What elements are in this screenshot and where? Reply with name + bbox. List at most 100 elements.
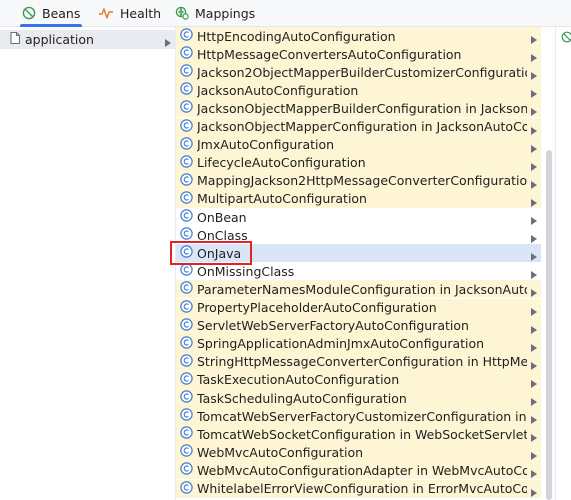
- expand-arrow-icon: [531, 285, 537, 298]
- class-icon: [180, 444, 193, 460]
- file-icon: [9, 31, 21, 48]
- bean-list-item[interactable]: TomcatWebSocketConfiguration in WebSocke…: [176, 425, 541, 444]
- tool-window-tab-bar: Beans Health Mappings: [0, 0, 571, 27]
- expand-arrow-icon: [531, 104, 537, 117]
- bean-name: JacksonObjectMapperConfiguration in Jack…: [197, 119, 527, 135]
- bean-name: OnClass: [197, 227, 248, 243]
- bean-name: OnBean: [197, 209, 247, 225]
- expand-arrow-icon: [531, 68, 537, 81]
- bean-list-item[interactable]: SpringApplicationAdminJmxAutoConfigurati…: [176, 334, 541, 353]
- bean-name: OnMissingClass: [197, 263, 295, 279]
- bean-name: Jackson2ObjectMapperBuilderCustomizerCon…: [197, 64, 527, 80]
- bean-name: OnJava: [197, 245, 242, 261]
- bean-name: SpringApplicationAdminJmxAutoConfigurati…: [197, 336, 485, 352]
- expand-arrow-icon: [531, 159, 537, 172]
- context-item-application[interactable]: application: [0, 30, 175, 49]
- class-icon: [180, 136, 193, 153]
- class-icon: [180, 281, 193, 297]
- bean-list-item[interactable]: OnJava: [176, 244, 541, 263]
- expand-arrow-icon: [531, 394, 537, 407]
- bean-list-item[interactable]: LifecycleAutoConfiguration: [176, 153, 541, 172]
- bean-name: TomcatWebSocketConfiguration in WebSocke…: [197, 426, 527, 442]
- expand-arrow-icon: [531, 448, 537, 461]
- expand-arrow-icon: [531, 412, 537, 425]
- bean-list-item[interactable]: OnBean: [176, 208, 541, 226]
- bean-list-item[interactable]: JmxAutoConfiguration: [176, 135, 541, 154]
- expand-arrow-icon: [165, 35, 171, 50]
- bean-name: TomcatWebServerFactoryCustomizerConfigur…: [197, 408, 527, 424]
- bean-list-item[interactable]: MultipartAutoConfiguration: [176, 189, 541, 208]
- bean-name: ServletWebServerFactoryAutoConfiguration: [197, 318, 469, 334]
- class-icon: [180, 245, 193, 261]
- class-icon: [180, 173, 193, 189]
- bean-list-item[interactable]: JacksonObjectMapperBuilderConfiguration …: [176, 99, 541, 118]
- bean-list-item[interactable]: HttpEncodingAutoConfiguration: [176, 27, 541, 46]
- expand-arrow-icon: [531, 267, 537, 280]
- class-icon: [180, 299, 193, 316]
- class-icon: [180, 100, 193, 116]
- bean-name: TaskSchedulingAutoConfiguration: [197, 390, 407, 406]
- tab-label: Beans: [42, 5, 81, 21]
- bean-name: WhitelabelErrorViewConfiguration in Erro…: [197, 481, 527, 497]
- bean-list-item[interactable]: Jackson2ObjectMapperBuilderCustomizerCon…: [176, 63, 541, 82]
- class-icon: [180, 390, 193, 406]
- bean-name: ParameterNamesModuleConfiguration in Jac…: [197, 281, 527, 297]
- bean-name: LifecycleAutoConfiguration: [197, 155, 366, 171]
- bean-icon: [561, 31, 571, 46]
- bean-name: MultipartAutoConfiguration: [197, 191, 367, 207]
- bean-list-item[interactable]: PropertyPlaceholderAutoConfiguration: [176, 298, 541, 317]
- tab-health[interactable]: Health: [98, 0, 161, 26]
- bean-name: JmxAutoConfiguration: [197, 137, 335, 153]
- bean-list-item[interactable]: OnMissingClass: [176, 262, 541, 280]
- class-icon: [180, 336, 193, 352]
- bean-list-item[interactable]: StringHttpMessageConverterConfiguration …: [176, 352, 541, 371]
- class-icon: [180, 354, 193, 370]
- tab-beans[interactable]: Beans: [19, 0, 83, 27]
- expand-arrow-icon: [531, 304, 537, 317]
- class-icon: [180, 263, 193, 279]
- bean-list-item[interactable]: WebMvcAutoConfiguration: [176, 443, 541, 462]
- expand-arrow-icon: [531, 32, 537, 45]
- class-icon: [180, 372, 193, 388]
- details-panel: [555, 27, 571, 500]
- tab-label: Health: [120, 5, 162, 21]
- bean-name: HttpEncodingAutoConfiguration: [197, 28, 396, 44]
- bean-list-item[interactable]: TomcatWebServerFactoryCustomizerConfigur…: [176, 407, 541, 426]
- class-icon: [180, 462, 193, 478]
- bean-list-item[interactable]: ServletWebServerFactoryAutoConfiguration: [176, 316, 541, 335]
- bean-list-item[interactable]: MappingJackson2HttpMessageConverterConfi…: [176, 171, 541, 190]
- expand-arrow-icon: [531, 123, 537, 136]
- class-icon: [180, 408, 193, 424]
- bean-list-item[interactable]: ParameterNamesModuleConfiguration in Jac…: [176, 280, 541, 299]
- bean-list-item[interactable]: TaskExecutionAutoConfiguration: [176, 370, 541, 389]
- context-item-label: application: [25, 32, 94, 47]
- bean-name: WebMvcAutoConfiguration: [197, 444, 364, 460]
- expand-arrow-icon: [531, 430, 537, 443]
- class-icon: [180, 155, 193, 171]
- context-list-panel: application: [0, 27, 176, 500]
- tab-mappings[interactable]: Mappings: [175, 0, 255, 26]
- bean-name: JacksonAutoConfiguration: [197, 82, 359, 98]
- expand-arrow-icon: [531, 322, 537, 335]
- bean-name: PropertyPlaceholderAutoConfiguration: [197, 300, 437, 316]
- bean-list-item[interactable]: JacksonAutoConfiguration: [176, 81, 541, 100]
- class-icon: [180, 28, 193, 44]
- bean-list-item[interactable]: HttpMessageConvertersAutoConfiguration: [176, 45, 541, 64]
- expand-arrow-icon: [531, 466, 537, 479]
- bean-name: WebMvcAutoConfigurationAdapter in WebMvc…: [197, 462, 527, 478]
- expand-arrow-icon: [531, 177, 537, 190]
- class-icon: [180, 317, 193, 334]
- class-icon: [180, 209, 193, 225]
- scrollbar-thumb[interactable]: [546, 150, 552, 500]
- bean-list-item[interactable]: OnClass: [176, 226, 541, 244]
- expand-arrow-icon: [531, 231, 537, 244]
- bean-list-item[interactable]: WebMvcAutoConfigurationAdapter in WebMvc…: [176, 461, 541, 480]
- bean-list-item[interactable]: JacksonObjectMapperConfiguration in Jack…: [176, 117, 541, 136]
- bean-list-item[interactable]: WhitelabelErrorViewConfiguration in Erro…: [176, 479, 541, 498]
- class-icon: [180, 191, 193, 207]
- expand-arrow-icon: [531, 376, 537, 389]
- bean-list-item[interactable]: TaskSchedulingAutoConfiguration: [176, 389, 541, 408]
- expand-arrow-icon: [531, 195, 537, 208]
- bean-name: JacksonObjectMapperBuilderConfiguration …: [197, 100, 527, 116]
- expand-arrow-icon: [531, 213, 537, 226]
